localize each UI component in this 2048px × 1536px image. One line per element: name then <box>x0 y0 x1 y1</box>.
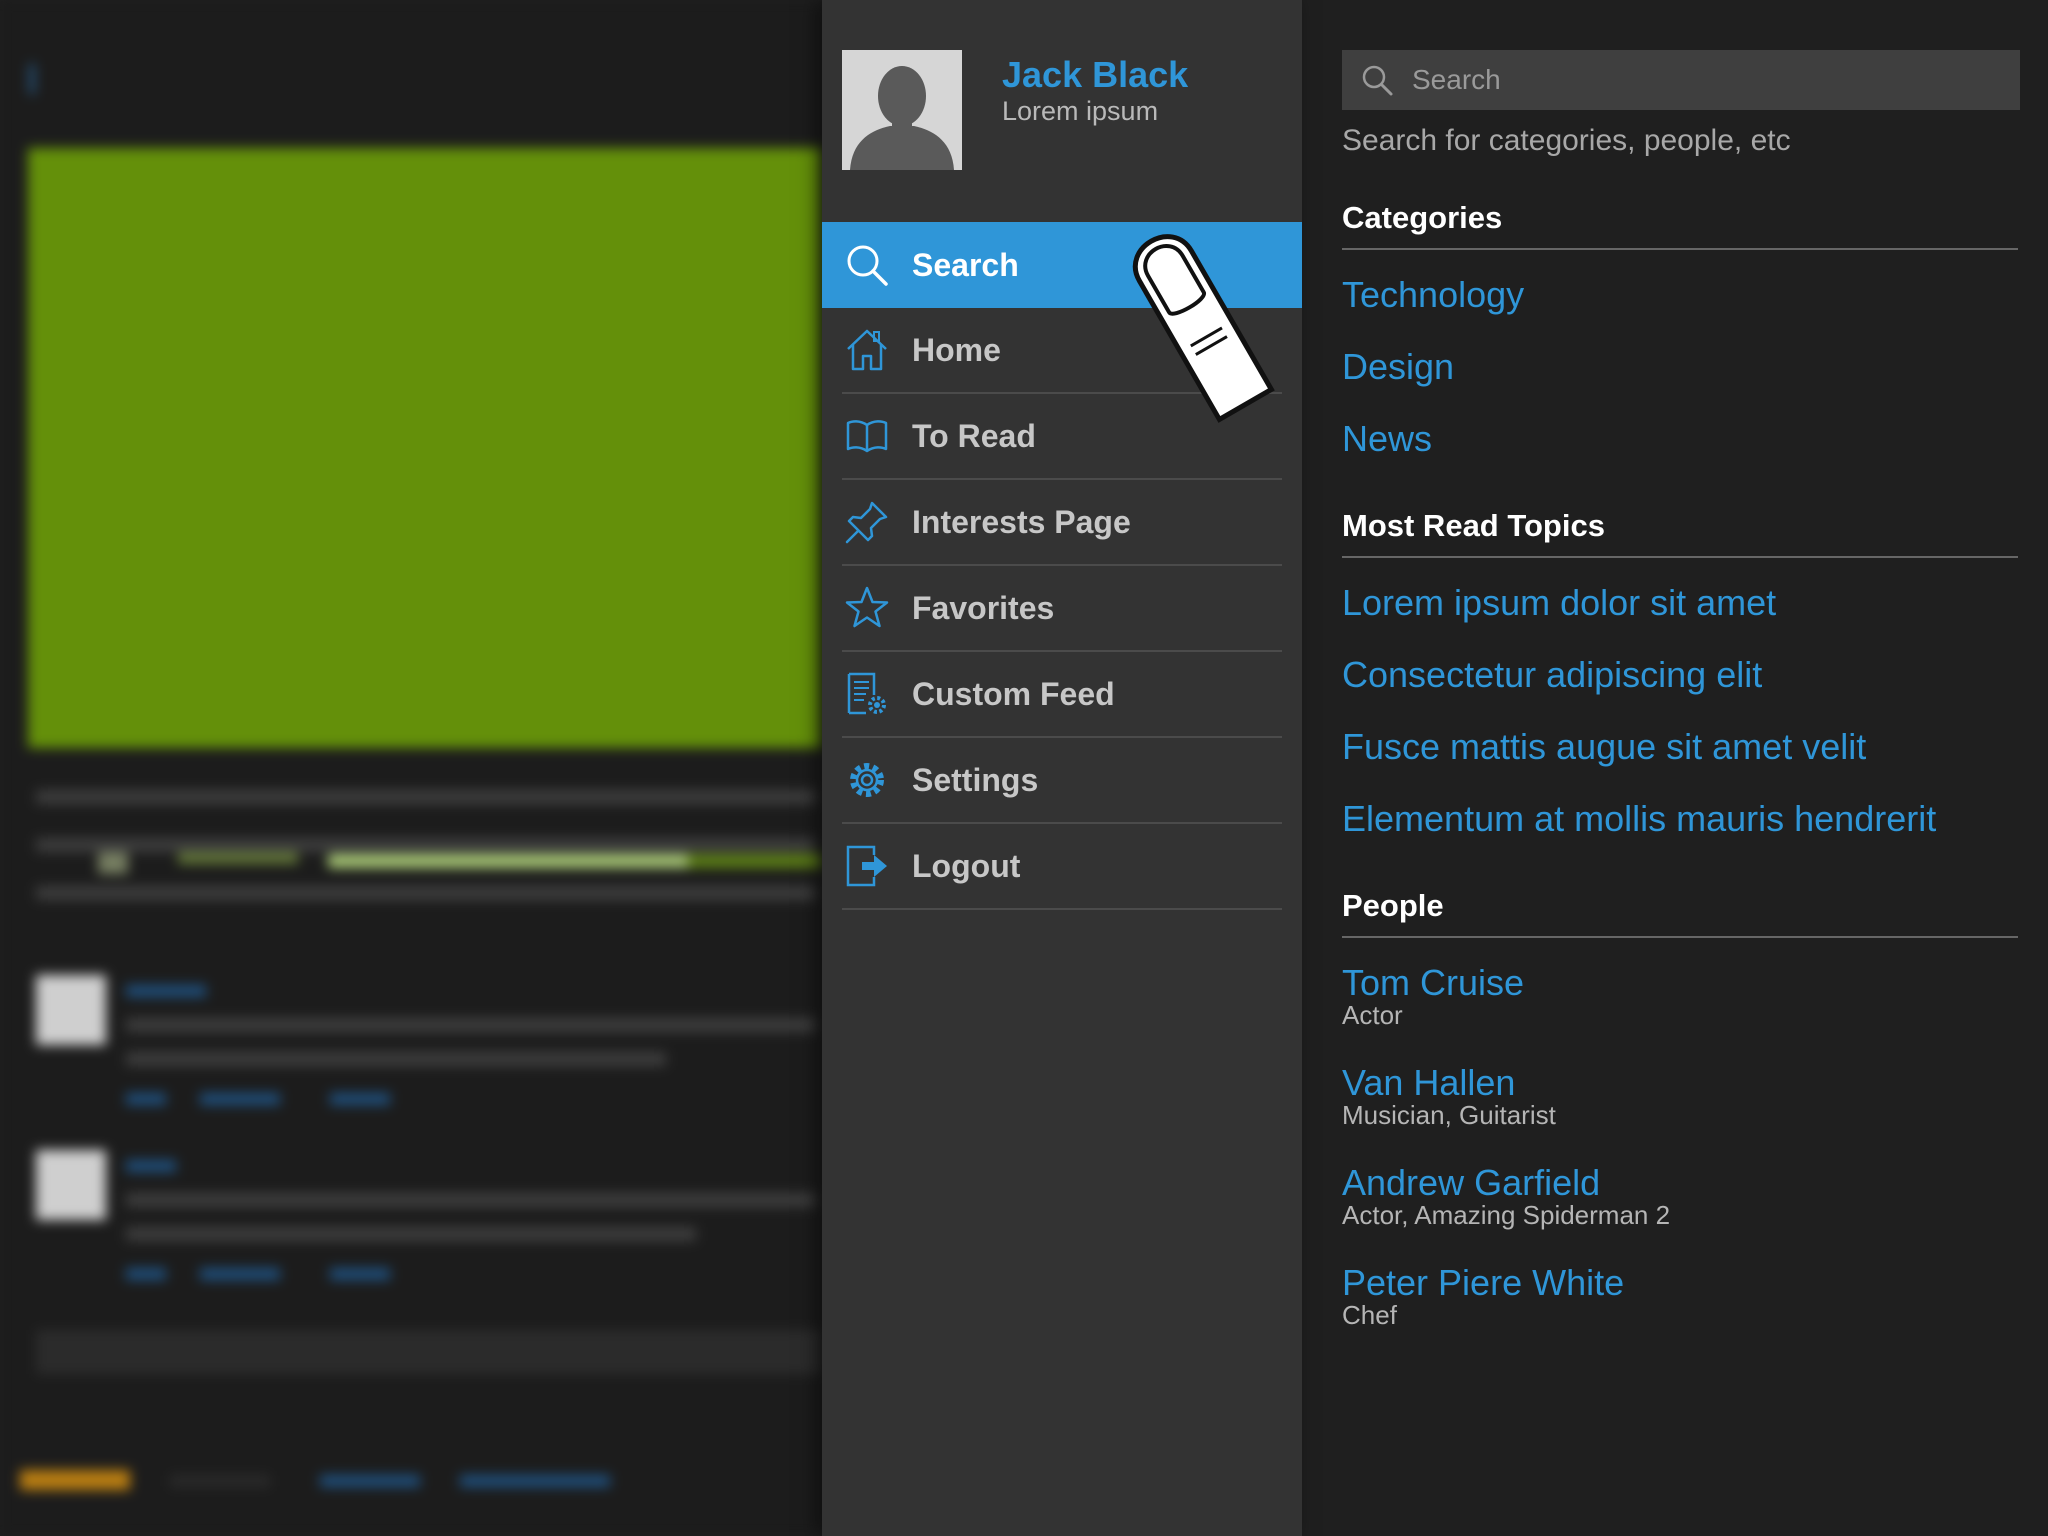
menu-item-logout[interactable]: Logout <box>842 824 1282 910</box>
document-gear-icon <box>844 671 890 717</box>
background-comment-action <box>330 1093 390 1105</box>
background-text-line <box>36 790 816 804</box>
menu-item-label: Custom Feed <box>912 675 1115 712</box>
user-silhouette-icon <box>842 50 962 170</box>
topic-link[interactable]: Fusce mattis augue sit amet velit <box>1342 726 1866 768</box>
person-name-link[interactable]: Tom Cruise <box>1342 962 1524 1004</box>
background-comment-author <box>126 985 206 997</box>
pin-icon <box>844 499 890 545</box>
search-panel: Search for categories, people, etc Categ… <box>1342 0 2022 1536</box>
background-progress-filled <box>328 854 688 868</box>
background-comment-input <box>36 1330 822 1374</box>
topic-link[interactable]: Consectetur adipiscing elit <box>1342 654 1762 696</box>
background-comment-text <box>126 1052 666 1066</box>
categories-heading: Categories <box>1342 200 2018 250</box>
menu-item-favorites[interactable]: Favorites <box>842 566 1282 652</box>
logout-icon <box>844 843 890 889</box>
background-comment-action <box>126 1268 166 1280</box>
background-comment-avatar <box>36 975 106 1045</box>
background-app-blurred <box>0 0 822 1536</box>
menu-item-label: Interests Page <box>912 503 1131 540</box>
background-comment-text <box>126 1227 696 1241</box>
category-link[interactable]: Design <box>1342 346 1454 388</box>
person-name-link[interactable]: Andrew Garfield <box>1342 1162 1600 1204</box>
most-read-topics-heading: Most Read Topics <box>1342 508 2018 558</box>
background-comment-text <box>126 1193 816 1207</box>
book-icon <box>844 413 890 459</box>
background-comment-text <box>126 1018 816 1032</box>
background-video-player <box>28 148 822 874</box>
person-role: Actor, Amazing Spiderman 2 <box>1342 1200 1671 1230</box>
menu-item-label: Settings <box>912 761 1039 798</box>
menu-item-label: Home <box>912 331 1001 368</box>
background-time-label <box>178 852 298 864</box>
user-profile[interactable]: Jack Black Lorem ipsum <box>842 50 1282 170</box>
search-icon <box>1360 63 1394 97</box>
person-role: Musician, Guitarist <box>1342 1100 1556 1130</box>
background-footer-link <box>460 1475 610 1487</box>
background-comment-action <box>330 1268 390 1280</box>
search-icon <box>844 242 890 288</box>
profile-subtitle: Lorem ipsum <box>1002 96 1159 126</box>
person-role: Chef <box>1342 1300 1397 1330</box>
profile-name: Jack Black <box>1002 54 1189 95</box>
menu-item-label: Logout <box>912 847 1021 884</box>
search-field[interactable] <box>1342 50 2020 110</box>
person-role: Actor <box>1342 1000 1403 1030</box>
menu-item-label: Search <box>912 246 1019 283</box>
background-footer-link <box>320 1475 420 1487</box>
menu-item-label: To Read <box>912 417 1036 454</box>
topic-link[interactable]: Lorem ipsum dolor sit amet <box>1342 582 1776 624</box>
background-text-line <box>36 886 816 900</box>
gear-icon <box>844 757 890 803</box>
background-text-line <box>36 838 816 852</box>
background-progress-remaining <box>688 854 822 868</box>
search-input[interactable] <box>1410 63 1974 97</box>
category-link[interactable]: News <box>1342 418 1432 460</box>
background-back-arrow <box>30 64 54 94</box>
menu-item-settings[interactable]: Settings <box>842 738 1282 824</box>
person-name-link[interactable]: Van Hallen <box>1342 1062 1515 1104</box>
background-comment-action <box>126 1093 166 1105</box>
person-name-link[interactable]: Peter Piere White <box>1342 1262 1624 1304</box>
tap-gesture-icon <box>1118 225 1288 425</box>
search-hint: Search for categories, people, etc <box>1342 124 1791 157</box>
background-comment-avatar <box>36 1150 106 1220</box>
background-footer-badge <box>20 1470 130 1490</box>
menu-item-label: Favorites <box>912 589 1055 626</box>
menu-item-interests-page[interactable]: Interests Page <box>842 480 1282 566</box>
people-heading: People <box>1342 888 2018 938</box>
background-comment-author <box>126 1160 176 1172</box>
star-icon <box>844 585 890 631</box>
background-comment-action <box>200 1268 280 1280</box>
menu-item-custom-feed[interactable]: Custom Feed <box>842 652 1282 738</box>
category-link[interactable]: Technology <box>1342 274 1524 316</box>
background-comment-action <box>200 1093 280 1105</box>
background-footer-item <box>170 1475 270 1487</box>
topic-link[interactable]: Elementum at mollis mauris hendrerit <box>1342 798 1936 840</box>
home-icon <box>844 327 890 373</box>
